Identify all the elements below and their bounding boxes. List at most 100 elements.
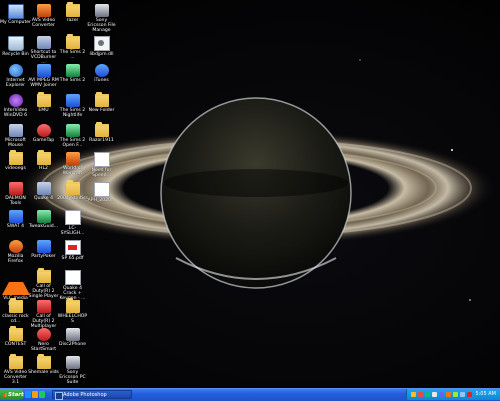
disc2phone-icon — [65, 328, 80, 341]
folder-icon — [65, 298, 80, 313]
desktop-icon-label: Sony Ericsson PC Suite — [59, 370, 86, 385]
quake-icon — [36, 182, 51, 195]
recycle-bin-icon — [7, 36, 24, 51]
folder-icon — [8, 298, 23, 313]
desktop-icon-label: classic rock cd... — [2, 314, 29, 324]
tray-icon[interactable] — [439, 392, 444, 397]
taskbar: Start Adobe Photoshop 5:05 AM — [0, 388, 500, 401]
taskbar-button-photoshop[interactable]: Adobe Photoshop — [52, 390, 132, 400]
photoshop-icon — [55, 392, 63, 400]
desktop-quicklaunch-icon[interactable] — [39, 391, 45, 398]
folder-icon — [36, 150, 51, 165]
desktop-icon-label: World of Warcraft — [62, 166, 83, 176]
tray-icon[interactable] — [411, 392, 416, 397]
desktop-icon-label: CONTEST — [4, 342, 27, 347]
folder-icon — [36, 92, 51, 107]
document-icon — [64, 210, 81, 225]
windows-logo-icon — [3, 392, 7, 397]
folder-icon — [8, 354, 23, 369]
desktop-icon-label: GameTap — [32, 138, 55, 143]
desktop-icon-label: AVI MPEG RM WMV Joiner — [28, 78, 59, 88]
sims-icon — [65, 34, 80, 49]
desktop-icon-label: Internet Explorer — [5, 78, 26, 88]
document-icon — [93, 182, 110, 197]
desktop-icon-label: The Sims 2 Open F... — [59, 138, 86, 148]
daemon-tools-icon — [8, 182, 23, 195]
tray-icon[interactable] — [453, 392, 458, 397]
desktop-icon-label: 2004_Stintiss — [57, 196, 88, 201]
desktop-icon-label: LC-SYSLIGH... — [60, 226, 85, 236]
desktop-icon-label: Need for Speed... — [91, 168, 112, 178]
desktop-icon-label: Disc2Phone — [59, 342, 86, 347]
document-icon — [64, 270, 81, 285]
pdf-icon — [64, 240, 81, 255]
video-converter-icon — [36, 4, 51, 17]
sims-icon — [65, 94, 80, 107]
vcdburner-icon — [36, 36, 51, 49]
desktop-icon-label: Recycle Bin — [2, 52, 29, 57]
sony-ericsson-icon — [94, 4, 109, 17]
desktop-icon-label: HL2 — [39, 166, 48, 171]
call-of-duty-icon — [36, 300, 51, 313]
warcraft-icon — [65, 152, 80, 165]
desktop-icon-label: Nero StartSmart — [30, 342, 57, 352]
tray-icon[interactable] — [418, 392, 423, 397]
desktop-icon-label: Call of Duty(R) 2 Single Player — [28, 284, 59, 299]
gametap-icon — [36, 124, 51, 137]
tray-icon[interactable] — [432, 392, 437, 397]
desktop-icon-label: Microsoft Mouse — [5, 138, 26, 148]
windvd-icon — [8, 94, 23, 107]
internet-explorer-icon — [8, 64, 23, 77]
desktop-icon-label: Sony Ericsson File Manage — [87, 18, 116, 33]
desktop-icon-label: AVS Video Converter — [31, 18, 56, 28]
desktop-icon-aph-2020[interactable]: APH_2020... — [86, 180, 117, 218]
sony-ericsson-icon — [65, 356, 80, 369]
desktop[interactable]: My Computer Recycle Bin Internet Explore… — [0, 0, 500, 388]
desktop-icon-label: iTunes — [94, 78, 109, 83]
tray-icon[interactable] — [446, 392, 451, 397]
desktop-icon-label: AVS Video Converter 3.1 — [3, 370, 28, 385]
media-quicklaunch-icon[interactable] — [32, 391, 38, 398]
desktop-icon-sony-pc-suite[interactable]: Sony Ericsson PC Suite — [57, 354, 88, 388]
tray-icon[interactable] — [467, 392, 472, 397]
desktop-icon-label: libdjpm.dll — [89, 52, 114, 57]
desktop-icon-label: DAEMON Tools — [5, 196, 26, 206]
desktop-icon-label: InterVideo WinDVD 6 — [3, 108, 28, 118]
mouse-icon — [8, 124, 23, 137]
desktop-icon-label: New Folder — [88, 108, 115, 113]
desktop-icon-label: SP 65.pdf — [61, 256, 84, 261]
desktop-icon-label: TweakGuid... — [28, 224, 59, 229]
folder-icon — [65, 2, 80, 17]
folder-icon — [36, 354, 51, 369]
folder-icon — [8, 326, 23, 341]
nero-icon — [36, 328, 51, 341]
volume-icon[interactable] — [460, 392, 465, 397]
clock[interactable]: 5:05 AM — [475, 389, 496, 400]
desktop-icon-avs-video-converter-31[interactable]: AVS Video Converter 3.1 — [0, 354, 31, 388]
desktop-icon-label: The Sims 2 — [59, 78, 86, 83]
computer-icon — [7, 4, 24, 19]
desktop-icon-label: Shemale vids — [28, 370, 59, 375]
quick-launch — [25, 391, 45, 398]
folder-icon — [94, 92, 109, 107]
desktop-icon-label: APH_2020... — [87, 198, 116, 203]
tweakguides-icon — [36, 210, 51, 223]
ie-quicklaunch-icon[interactable] — [25, 391, 31, 398]
video-joiner-icon — [36, 64, 51, 77]
desktop-icon-label: SWAT 4 — [6, 224, 25, 229]
desktop-icon-label: My Computer — [0, 20, 31, 25]
swat-icon — [8, 210, 23, 223]
dll-file-icon — [93, 36, 110, 51]
start-button[interactable]: Start — [0, 389, 24, 400]
need-for-speed-icon — [93, 152, 110, 167]
desktop-icon-label: The Sims 2 Nightlife — [59, 108, 86, 118]
tray-icon[interactable] — [425, 392, 430, 397]
desktop-icon-shemale-vids[interactable]: Shemale vids — [28, 354, 59, 388]
call-of-duty-icon — [36, 268, 51, 283]
desktop-icon-label: PartyPoker — [31, 254, 56, 259]
desktop-icon-label: Quake 4 — [33, 196, 54, 201]
taskbar-button-label: Adobe Photoshop — [63, 392, 107, 398]
folder-icon — [8, 150, 23, 165]
sims-icon — [65, 64, 80, 77]
desktop-icon-label: razer — [66, 18, 79, 23]
